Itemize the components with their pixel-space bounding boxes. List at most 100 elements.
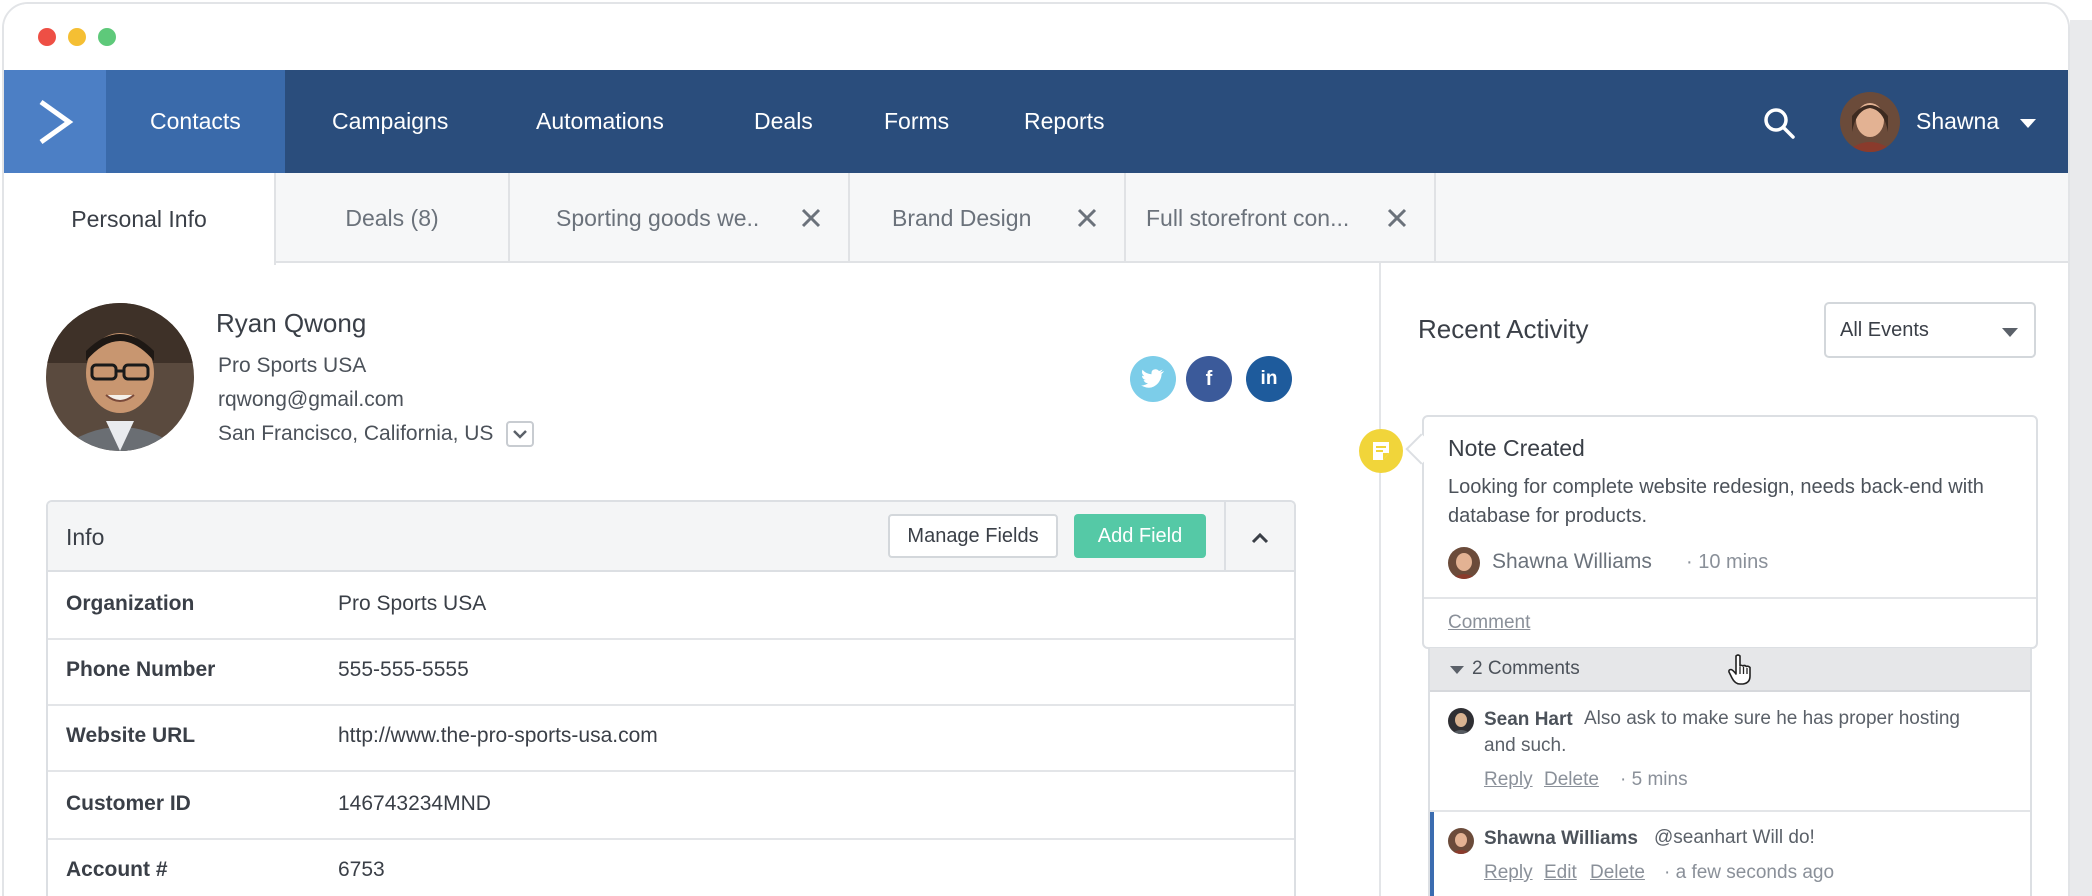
tab-brand-design[interactable]: Brand Design (850, 173, 1126, 263)
comment-author[interactable]: Shawna Williams (1484, 828, 1638, 850)
tab-label: Deals (8) (345, 204, 439, 231)
events-filter-select[interactable]: All Events (1824, 302, 2036, 358)
contact-tabs: Personal Info Deals (8) Sporting goods w… (4, 173, 2068, 265)
field-label: Account # (66, 858, 168, 881)
tab-deals[interactable]: Deals (8) (276, 173, 510, 263)
comment-text: @seanhart Will do! (1654, 827, 1815, 848)
note-icon (1359, 429, 1403, 473)
maximize-window-button[interactable] (98, 28, 116, 46)
info-row-account: Account # 6753 (48, 838, 1294, 896)
nav-forms[interactable]: Forms (840, 70, 993, 173)
note-body: Looking for complete website redesign, n… (1448, 476, 1984, 527)
reply-link[interactable]: Reply (1484, 769, 1533, 791)
reply-link[interactable]: Reply (1484, 862, 1533, 884)
comment-item: Sean Hart Also ask to make sure he has p… (1430, 692, 2030, 812)
note-time: · 10 mins (1686, 551, 1769, 573)
contact-avatar (46, 303, 194, 451)
window-titlebar (4, 4, 2068, 70)
note-author[interactable]: Shawna Williams (1492, 550, 1652, 574)
hand-cursor-icon (1728, 654, 1751, 685)
commenter-avatar (1448, 708, 1474, 734)
chevron-down-icon[interactable] (2020, 119, 2036, 128)
note-divider (1424, 597, 2036, 599)
tab-label: Personal Info (71, 205, 207, 232)
field-label: Website URL (66, 724, 196, 747)
nav-contacts[interactable]: Contacts (106, 70, 285, 173)
info-row-organization: Organization Pro Sports USA (48, 572, 1294, 640)
app-logo[interactable] (4, 70, 106, 173)
contact-email[interactable]: rqwong@gmail.com (218, 388, 404, 412)
note-title: Note Created (1448, 435, 1585, 461)
edit-link[interactable]: Edit (1544, 862, 1577, 884)
search-icon[interactable] (1762, 106, 1796, 140)
window-edge-shadow (2070, 20, 2092, 896)
comment-author[interactable]: Sean Hart (1484, 709, 1573, 731)
author-avatar (1448, 547, 1480, 579)
location-expand-button[interactable] (506, 421, 534, 447)
close-icon[interactable] (1386, 207, 1408, 229)
info-row-website: Website URL http://www.the-pro-sports-us… (48, 704, 1294, 772)
facebook-button[interactable]: f (1186, 356, 1232, 402)
minimize-window-button[interactable] (68, 28, 86, 46)
user-name[interactable]: Shawna (1916, 70, 1999, 173)
chevron-down-icon (2002, 328, 2018, 337)
delete-link[interactable]: Delete (1544, 769, 1599, 791)
info-row-phone: Phone Number 555-555-5555 (48, 638, 1294, 706)
tab-label: Sporting goods we.. (556, 204, 760, 231)
tab-personal-info[interactable]: Personal Info (4, 173, 276, 265)
close-icon[interactable] (800, 207, 822, 229)
contact-name: Ryan Qwong (216, 308, 367, 338)
info-row-customer-id: Customer ID 146743234MND (48, 772, 1294, 840)
twitter-button[interactable] (1130, 356, 1176, 402)
app-window: Contacts Campaigns Automations Deals For… (2, 2, 2070, 896)
manage-fields-button[interactable]: Manage Fields (888, 514, 1058, 558)
contact-company: Pro Sports USA (218, 354, 367, 377)
panel-divider (1379, 263, 1381, 896)
chevron-down-icon (513, 430, 527, 439)
commenter-avatar (1448, 828, 1474, 854)
note-card: Note Created Looking for complete websit… (1422, 415, 2038, 649)
field-value[interactable]: 555-555-5555 (338, 658, 469, 682)
chevron-up-icon[interactable] (1246, 524, 1274, 552)
comment-text-continued: and such. (1484, 735, 1567, 756)
comment-text: Also ask to make sure he has proper host… (1584, 708, 1960, 729)
close-icon[interactable] (1076, 207, 1098, 229)
logo-arrow-icon (39, 99, 74, 144)
comment-time: · a few seconds ago (1664, 862, 1835, 883)
field-value[interactable]: 6753 (338, 858, 385, 882)
comment-time: · 5 mins (1620, 769, 1688, 790)
caret-down-icon (1450, 666, 1464, 674)
linkedin-icon: in (1260, 368, 1278, 389)
tab-label: Brand Design (892, 204, 1032, 231)
user-avatar[interactable] (1840, 92, 1900, 152)
comment-link[interactable]: Comment (1448, 612, 1530, 634)
recent-activity-title: Recent Activity (1418, 314, 1589, 344)
delete-link[interactable]: Delete (1590, 862, 1645, 884)
nav-deals[interactable]: Deals (710, 70, 857, 173)
comment-item: Shawna Williams @seanhart Will do! Reply… (1430, 812, 2030, 896)
info-panel-header: Info Manage Fields Add Field (48, 502, 1294, 572)
close-window-button[interactable] (38, 28, 56, 46)
field-value[interactable]: 146743234MND (338, 792, 491, 816)
info-panel: Info Manage Fields Add Field Organizatio… (46, 500, 1296, 896)
tab-sporting-goods[interactable]: Sporting goods we.. (510, 173, 850, 263)
comments-count: 2 Comments (1472, 658, 1580, 679)
tab-label: Full storefront con... (1146, 204, 1350, 231)
nav-reports[interactable]: Reports (980, 70, 1149, 173)
linkedin-button[interactable]: in (1246, 356, 1292, 402)
field-label: Phone Number (66, 658, 216, 681)
nav-campaigns[interactable]: Campaigns (288, 70, 492, 173)
field-label: Organization (66, 592, 195, 615)
field-label: Customer ID (66, 792, 191, 815)
field-value[interactable]: http://www.the-pro-sports-usa.com (338, 724, 658, 748)
header-divider (1224, 502, 1226, 572)
nav-automations[interactable]: Automations (492, 70, 708, 173)
top-navigation: Contacts Campaigns Automations Deals For… (4, 70, 2068, 173)
facebook-icon: f (1205, 367, 1213, 390)
contact-location: San Francisco, California, US (218, 422, 494, 445)
field-value[interactable]: Pro Sports USA (338, 592, 486, 616)
events-filter-value: All Events (1840, 319, 1929, 341)
add-field-button[interactable]: Add Field (1074, 514, 1206, 558)
tab-full-storefront[interactable]: Full storefront con... (1126, 173, 1436, 263)
twitter-icon (1141, 369, 1164, 388)
